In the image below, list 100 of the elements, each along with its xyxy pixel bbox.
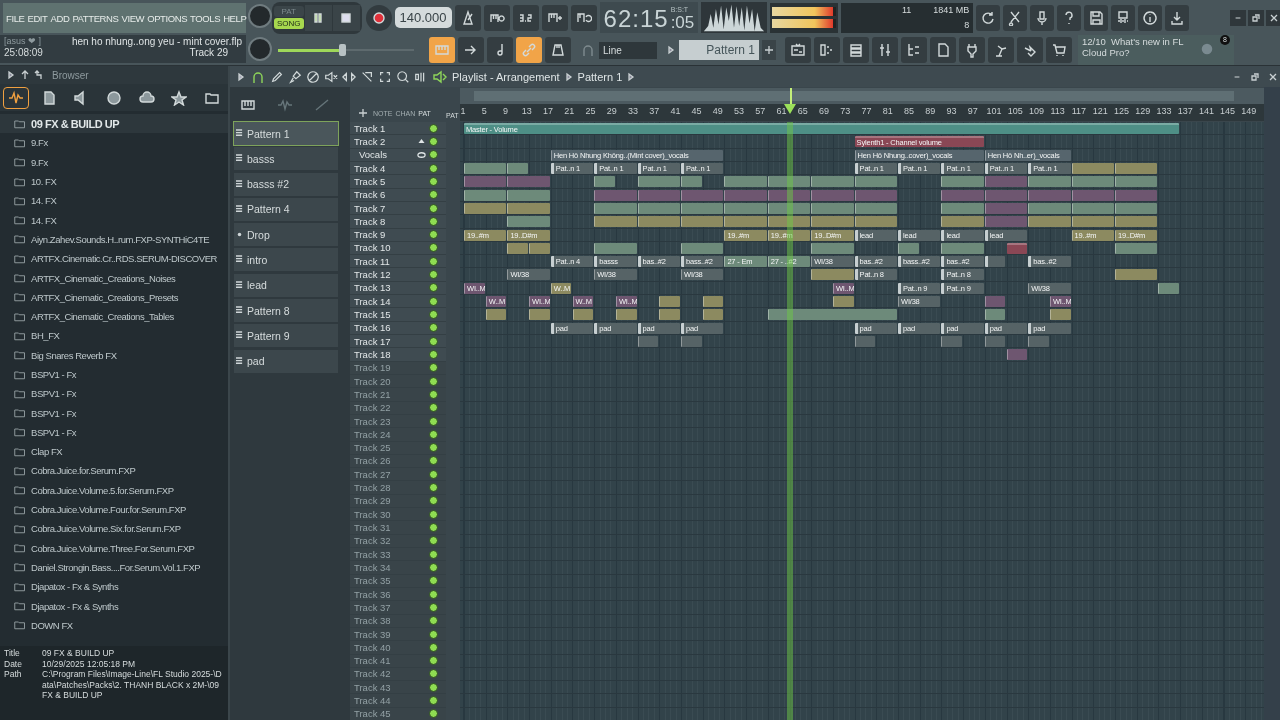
bar-number: 109: [1027, 106, 1045, 117]
folder-item[interactable]: 14. FX: [0, 210, 228, 230]
info-label: Date: [4, 658, 23, 669]
folder-item[interactable]: Cobra.Juice.Volume.5.for.Serum.FXP: [0, 480, 228, 500]
track-header[interactable]: Track 27: [350, 468, 446, 482]
track-header[interactable]: Track 5: [350, 175, 446, 189]
folder-item[interactable]: Aiyn.Zahev.Sounds.H..rum.FXP-SYNTHiC4TE: [0, 229, 228, 250]
menu-item[interactable]: FILE: [6, 12, 25, 24]
pattern-item[interactable]: Pattern 8: [234, 299, 338, 323]
menu-item[interactable]: ADD: [50, 12, 70, 24]
folder-item[interactable]: ARTFX_Cinematic_Creations_Tables: [0, 306, 228, 327]
info-value: 09 FX & BUILD UP: [42, 648, 115, 659]
folder-item[interactable]: ARTFX_Cinematic_Creations_Presets: [0, 287, 228, 307]
track-header[interactable]: Track 12: [350, 268, 446, 282]
bar-number: 61: [775, 106, 788, 117]
bar-number: 49: [711, 106, 724, 117]
timeline-ruler[interactable]: 1 5 9 13 17 21 25 29 33 37 41 45 49 53 57 61 65 69 73 77 81 85 89 93 97 101 105 109 113 117 121 125 129 133 137 141 145 149: [460, 104, 1264, 121]
menu-item[interactable]: PATTERNS: [72, 12, 119, 24]
folder-item[interactable]: 9.Fx: [0, 133, 228, 153]
bar-number: 117: [1070, 106, 1088, 117]
polyphony-readout: 8: [964, 20, 970, 30]
tempo-field[interactable]: 140.000: [394, 7, 452, 28]
folder-item[interactable]: Cobra.Juice.Volume.Six.for.Serum.FXP: [0, 519, 228, 539]
folder-item[interactable]: 14. FX: [0, 191, 228, 211]
track-header[interactable]: Track 44: [350, 694, 446, 708]
pattern-item[interactable]: Pattern 4: [234, 197, 338, 221]
bar-number: 13: [520, 106, 533, 117]
folder-item[interactable]: BSPV1 - Fx: [0, 403, 228, 423]
menu-item[interactable]: TOOLS: [190, 12, 221, 24]
menu-item[interactable]: HELP: [223, 12, 247, 24]
browser-title: Browser: [52, 69, 89, 81]
track-header[interactable]: Track 31: [350, 521, 446, 535]
pattern-item[interactable]: basss: [234, 147, 338, 171]
folder-item[interactable]: Djapatox - Fx & Synths: [0, 596, 228, 616]
track-header[interactable]: Track 17: [350, 335, 446, 349]
info-value: 10/29/2025 12:05:18 PM: [42, 658, 136, 669]
track-header[interactable]: Track 33: [350, 548, 446, 562]
bar-number: 9: [501, 106, 509, 117]
pattern-item[interactable]: basss #2: [234, 172, 338, 196]
pattern-item[interactable]: pad: [234, 349, 338, 373]
folder-item[interactable]: Daniel.Strongin.Bass....For.Serum.Vol.1.FXP: [0, 557, 228, 578]
folder-item[interactable]: Cobra.Juice.for.Serum.FXP: [0, 461, 228, 481]
bar-number: 93: [945, 106, 958, 117]
folder-item[interactable]: ARTFX.Cinematic.Cr..RDS.SERUM-DISCOVER: [0, 249, 228, 269]
folder-item[interactable]: BH_FX: [0, 326, 228, 346]
track-header[interactable]: Track 34: [350, 561, 446, 575]
folder-item[interactable]: 10. FX: [0, 171, 228, 192]
bar-number: 29: [605, 106, 618, 117]
folder-item[interactable]: 9.Fx: [0, 152, 228, 172]
track-header[interactable]: Track 8: [350, 215, 446, 229]
time-ticks: :05: [670, 13, 695, 33]
bar-number: 37: [648, 106, 661, 117]
folder-item[interactable]: Clap FX: [0, 442, 228, 462]
track-header[interactable]: Track 43: [350, 681, 446, 695]
folder-item[interactable]: Cobra.Juice.Volume.Three.For.Serum.FXP: [0, 538, 228, 558]
folder-item[interactable]: BSPV1 - Fx: [0, 384, 228, 404]
mode-toggle[interactable]: SONG: [274, 18, 304, 29]
bar-number: 141: [1197, 106, 1215, 117]
bar-number: 133: [1155, 106, 1173, 117]
track-header[interactable]: Track 24: [350, 428, 446, 442]
menu-item[interactable]: OPTIONS: [147, 12, 188, 24]
track-header[interactable]: Track 30: [350, 508, 446, 522]
folder-item[interactable]: Cobra.Juice.Volume.Four.for.Serum.FXP: [0, 499, 228, 520]
track-header[interactable]: Track 2: [350, 135, 446, 149]
bar-number: 137: [1176, 106, 1194, 117]
snap-dropdown[interactable]: Line: [599, 41, 657, 59]
folder-item[interactable]: BSPV1 - Fx: [0, 364, 228, 385]
folder-item[interactable]: 09 FX & BUILD UP: [0, 114, 228, 134]
menu-item[interactable]: VIEW: [121, 12, 145, 24]
info-label: Title: [4, 648, 21, 659]
track-header[interactable]: Track 21: [350, 388, 446, 402]
track-header[interactable]: Track 14: [350, 295, 446, 309]
time-main: 62:15: [603, 5, 669, 33]
pattern-item[interactable]: intro: [234, 248, 338, 272]
pattern-selector[interactable]: Pattern 1: [679, 40, 759, 60]
track-header[interactable]: Track 40: [350, 641, 446, 655]
bar-number: 17: [541, 106, 554, 117]
bar-number: 21: [563, 106, 576, 117]
bar-number: 5: [480, 106, 488, 117]
hint-user: [asus ❤ ]: [4, 36, 41, 47]
folder-item[interactable]: BSPV1 - Fx: [0, 422, 228, 443]
track-header[interactable]: Track 11: [350, 255, 446, 269]
info-value: C:\Program Files\Image-Line\FL Studio 2025-\Data\Patches\Packs\2. THANH BLACK x 2M-\09 FX & BUILD UP: [42, 669, 223, 701]
pattern-item[interactable]: Drop: [234, 223, 338, 247]
track-header[interactable]: Track 18: [350, 348, 446, 362]
folder-item[interactable]: Big Snares Reverb FX: [0, 345, 228, 365]
playlist-title: Playlist - Arrangement: [452, 70, 560, 83]
track-header[interactable]: Track 15: [350, 308, 446, 322]
folder-item[interactable]: Djapatox - Fx & Synths: [0, 577, 228, 597]
menu-item[interactable]: EDIT: [27, 12, 48, 24]
folder-item[interactable]: ARTFX_Cinematic_Creations_Noises: [0, 268, 228, 288]
track-header[interactable]: Track 37: [350, 601, 446, 615]
track-header[interactable]: Track 28: [350, 481, 446, 495]
pattern-item[interactable]: lead: [234, 273, 338, 297]
pattern-item[interactable]: Pattern 9: [234, 324, 338, 348]
track-header[interactable]: Track 1: [350, 122, 446, 136]
folder-item[interactable]: DOWN FX: [0, 615, 228, 635]
session-time: 25:08:09: [4, 47, 43, 58]
pattern-item[interactable]: Pattern 1: [234, 122, 338, 145]
cpu-readout: 11: [901, 5, 912, 15]
